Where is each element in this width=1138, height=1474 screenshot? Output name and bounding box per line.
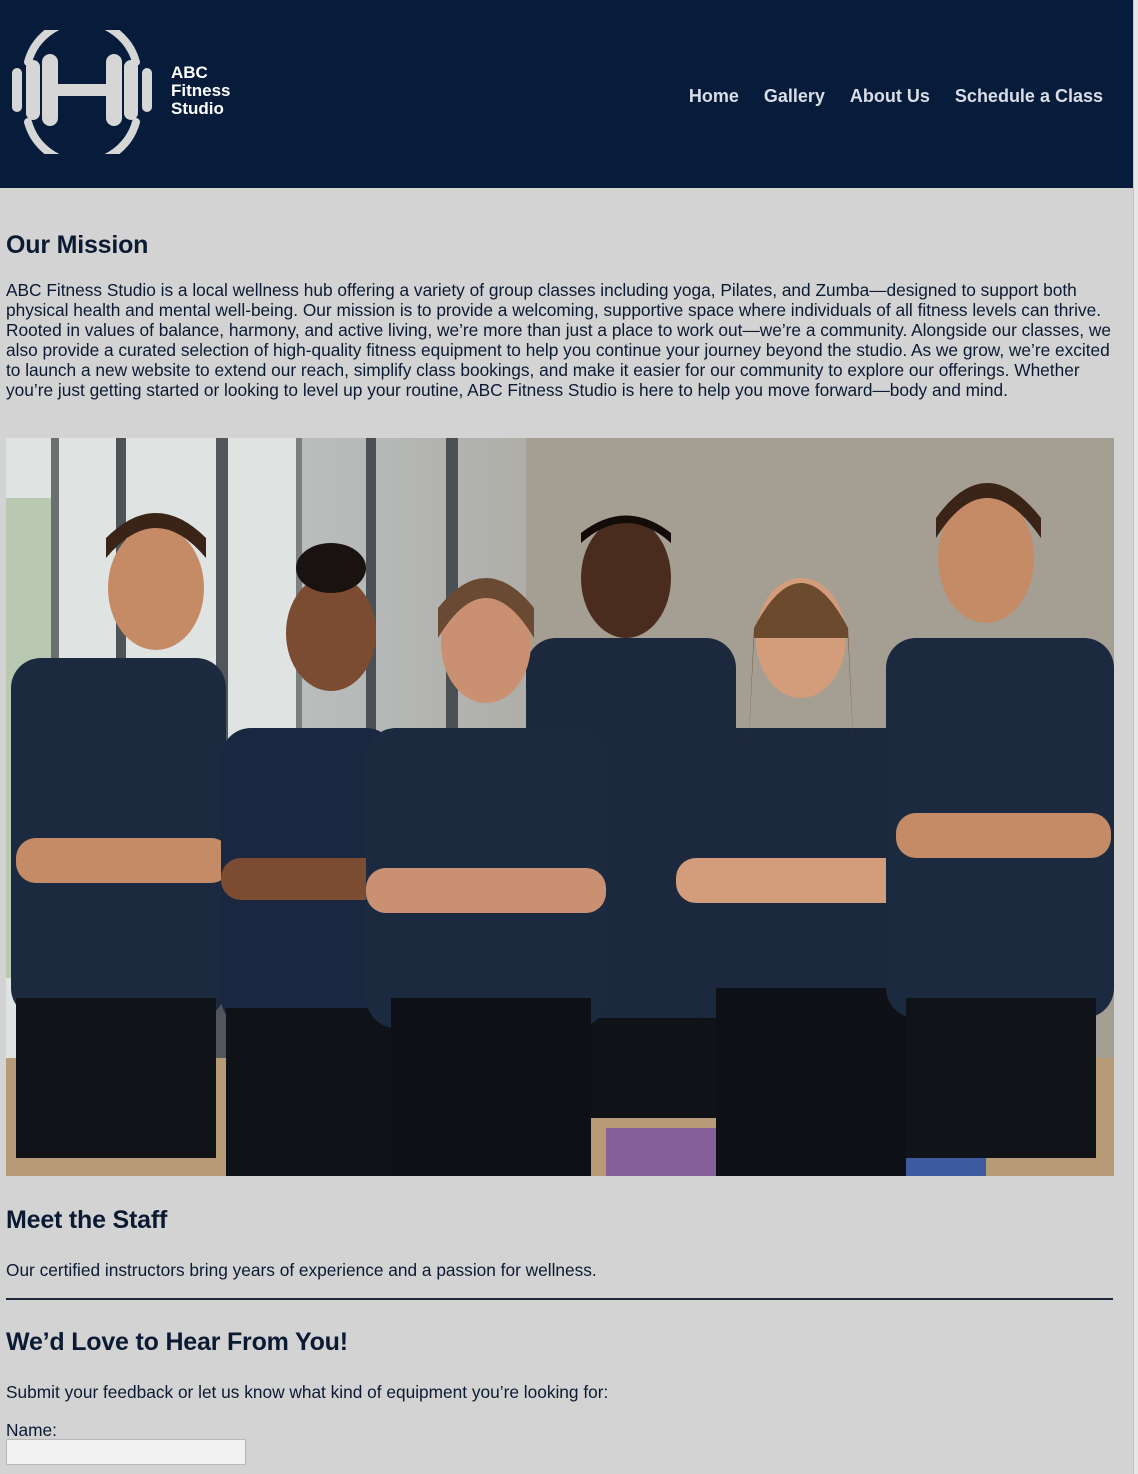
contact-paragraph: Submit your feedback or let us know what… [6, 1382, 609, 1402]
staff-heading: Meet the Staff [6, 1206, 168, 1234]
name-label: Name: [6, 1420, 57, 1440]
nav-about-us[interactable]: About Us [850, 86, 930, 107]
contact-heading: We’d Love to Hear From You! [6, 1328, 348, 1356]
brand-line-2: Fitness [171, 81, 231, 100]
site-header: ABC Fitness Studio Home Gallery About Us… [0, 0, 1133, 188]
mission-paragraph: ABC Fitness Studio is a local wellness h… [6, 280, 1111, 400]
dumbbell-icon[interactable] [6, 30, 158, 154]
section-divider [6, 1298, 1113, 1300]
brand-line-1: ABC [171, 63, 208, 82]
name-input[interactable] [6, 1439, 246, 1465]
main-nav: Home Gallery About Us Schedule a Class [689, 86, 1103, 107]
staff-team-photo [6, 438, 1114, 1176]
nav-schedule-class[interactable]: Schedule a Class [955, 86, 1103, 107]
team-photo-illustration [6, 438, 1114, 1176]
mission-heading: Our Mission [6, 231, 149, 259]
staff-paragraph: Our certified instructors bring years of… [6, 1260, 597, 1280]
window-edge [1133, 0, 1138, 1474]
brand-name[interactable]: ABC Fitness Studio [171, 64, 231, 118]
nav-home[interactable]: Home [689, 86, 739, 107]
brand-line-3: Studio [171, 99, 224, 118]
nav-gallery[interactable]: Gallery [764, 86, 825, 107]
